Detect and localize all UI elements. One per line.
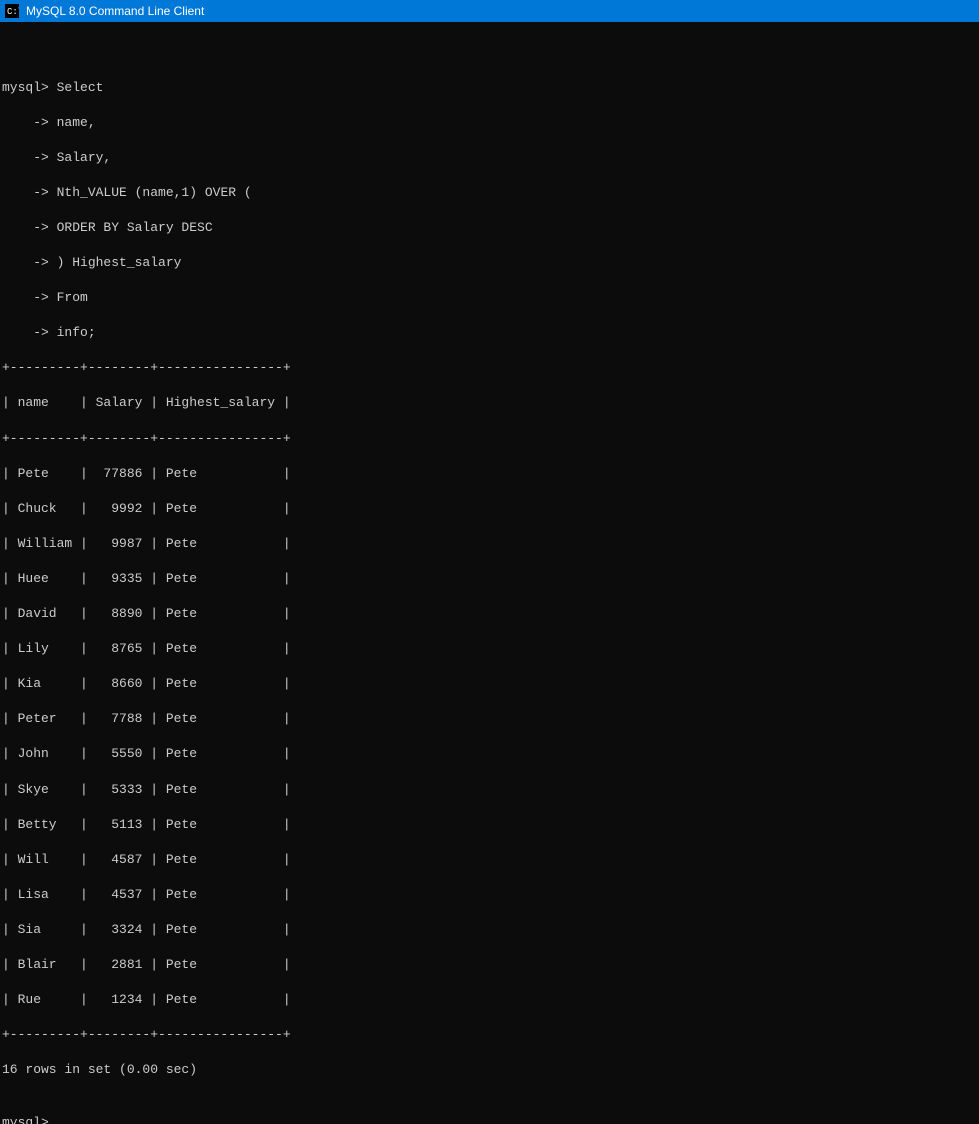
query-line: -> name, <box>2 114 977 132</box>
table-row: | Blair | 2881 | Pete | <box>2 956 977 974</box>
table-row: | Chuck | 9992 | Pete | <box>2 500 977 518</box>
table-row: | John | 5550 | Pete | <box>2 745 977 763</box>
table-row: | David | 8890 | Pete | <box>2 605 977 623</box>
table-row: | Huee | 9335 | Pete | <box>2 570 977 588</box>
query-line: -> ) Highest_salary <box>2 254 977 272</box>
table-row: | Sia | 3324 | Pete | <box>2 921 977 939</box>
query-line: -> Salary, <box>2 149 977 167</box>
terminal-output[interactable]: mysql> Select -> name, -> Salary, -> Nth… <box>0 22 979 1124</box>
table-row: | Kia | 8660 | Pete | <box>2 675 977 693</box>
result-summary: 16 rows in set (0.00 sec) <box>2 1061 977 1079</box>
table-border: +---------+--------+----------------+ <box>2 1026 977 1044</box>
svg-text:C:\: C:\ <box>7 7 19 17</box>
table-row: | Rue | 1234 | Pete | <box>2 991 977 1009</box>
table-row: | Will | 4587 | Pete | <box>2 851 977 869</box>
prompt-line: mysql> <box>2 1114 977 1124</box>
query-line: -> info; <box>2 324 977 342</box>
blank-line <box>2 44 977 62</box>
table-row: | Lily | 8765 | Pete | <box>2 640 977 658</box>
table-row: | William | 9987 | Pete | <box>2 535 977 553</box>
table-border: +---------+--------+----------------+ <box>2 359 977 377</box>
query-line: -> ORDER BY Salary DESC <box>2 219 977 237</box>
app-icon: C:\ <box>4 3 20 19</box>
query-line: -> From <box>2 289 977 307</box>
table-header: | name | Salary | Highest_salary | <box>2 394 977 412</box>
table-row: | Betty | 5113 | Pete | <box>2 816 977 834</box>
table-row: | Lisa | 4537 | Pete | <box>2 886 977 904</box>
table-row: | Peter | 7788 | Pete | <box>2 710 977 728</box>
query-line: mysql> Select <box>2 79 977 97</box>
window-titlebar[interactable]: C:\ MySQL 8.0 Command Line Client <box>0 0 979 22</box>
table-row: | Pete | 77886 | Pete | <box>2 465 977 483</box>
window-title: MySQL 8.0 Command Line Client <box>26 4 204 18</box>
table-border: +---------+--------+----------------+ <box>2 430 977 448</box>
query-line: -> Nth_VALUE (name,1) OVER ( <box>2 184 977 202</box>
table-row: | Skye | 5333 | Pete | <box>2 781 977 799</box>
